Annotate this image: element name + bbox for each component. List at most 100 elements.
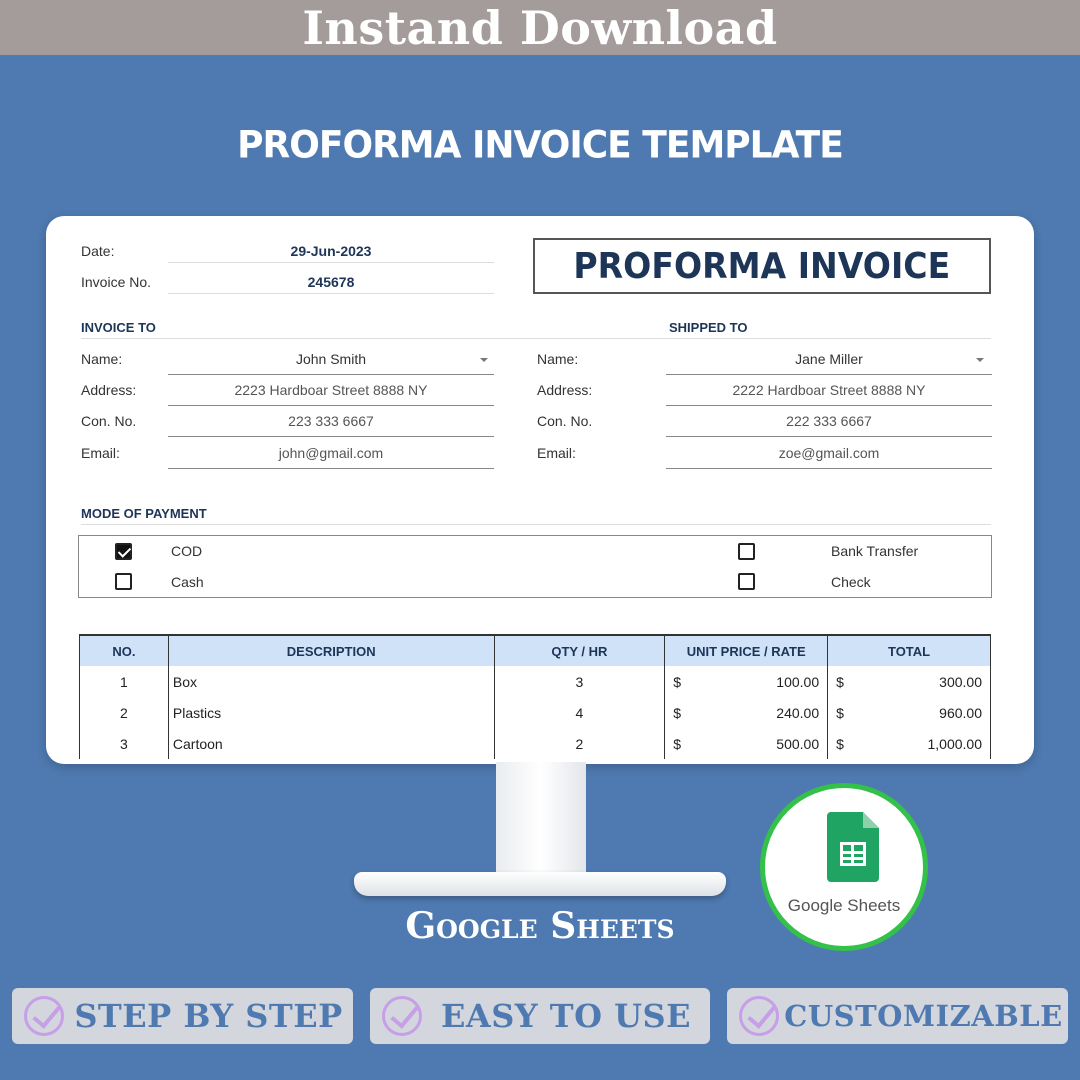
- invoice-no-value[interactable]: 245678: [168, 274, 494, 290]
- google-sheets-icon: [827, 812, 879, 882]
- row-total: 960.00: [939, 704, 982, 721]
- check-checkbox[interactable]: [738, 573, 755, 590]
- shipped-to-email[interactable]: zoe@gmail.com: [666, 445, 992, 461]
- invoice-no-underline: [168, 293, 494, 294]
- items-table: NO. DESCRIPTION QTY / HR UNIT PRICE / RA…: [79, 634, 991, 759]
- invoice-to-heading: INVOICE TO: [81, 320, 156, 335]
- check-label: Check: [831, 574, 871, 590]
- row-total: 1,000.00: [927, 735, 983, 752]
- check-circle-icon: [24, 996, 64, 1036]
- row-price-cell[interactable]: $500.00: [664, 728, 828, 759]
- row-total-cell[interactable]: $960.00: [827, 697, 991, 728]
- row-no[interactable]: 3: [79, 728, 169, 759]
- invoice-to-contact-label: Con. No.: [81, 413, 137, 429]
- row-description[interactable]: Box: [167, 666, 494, 697]
- invoice-to-name[interactable]: John Smith: [168, 351, 494, 367]
- feature-label: EASY TO USE: [440, 997, 692, 1035]
- currency-symbol: $: [836, 673, 844, 690]
- row-price: 500.00: [776, 735, 820, 752]
- row-total: 300.00: [939, 673, 982, 690]
- cod-checkbox[interactable]: [115, 543, 132, 560]
- header-total: TOTAL: [827, 634, 991, 666]
- currency-symbol: $: [836, 735, 844, 752]
- currency-symbol: $: [836, 704, 844, 721]
- header-description: DESCRIPTION: [167, 634, 494, 666]
- currency-symbol: $: [673, 704, 682, 721]
- address-underline: [666, 405, 992, 406]
- address-underline: [168, 405, 494, 406]
- cod-label: COD: [171, 543, 203, 559]
- section-divider: [81, 338, 991, 339]
- table-row: 1 Box 3 $100.00 $300.00: [79, 666, 991, 697]
- google-sheets-badge: Google Sheets: [760, 783, 928, 951]
- banner-text: Instand Download: [302, 0, 778, 55]
- header-qty: QTY / HR: [493, 634, 665, 666]
- monitor-base: [354, 872, 726, 896]
- template-subtitle: PROFORMA INVOICE TEMPLATE: [237, 123, 844, 168]
- table-header-row: NO. DESCRIPTION QTY / HR UNIT PRICE / RA…: [79, 634, 991, 666]
- invoice-to-name-label: Name:: [81, 351, 123, 367]
- table-row: 3 Cartoon 2 $500.00 $1,000.00: [79, 728, 991, 759]
- shipped-to-heading: SHIPPED TO: [669, 320, 748, 335]
- feature-customizable: CUSTOMIZABLE: [727, 988, 1068, 1044]
- shipped-to-address[interactable]: 2222 Hardboar Street 8888 NY: [666, 382, 992, 398]
- row-price: 240.00: [776, 704, 820, 721]
- feature-step-by-step: STEP BY STEP: [12, 988, 353, 1044]
- row-price-cell[interactable]: $240.00: [664, 697, 828, 728]
- email-underline: [168, 468, 494, 469]
- invoice-no-label: Invoice No.: [81, 274, 152, 290]
- row-description[interactable]: Cartoon: [167, 728, 494, 759]
- row-description[interactable]: Plastics: [167, 697, 494, 728]
- row-qty[interactable]: 4: [493, 697, 665, 728]
- table-row: 2 Plastics 4 $240.00 $960.00: [79, 697, 991, 728]
- invoice-sheet: Date: 29-Jun-2023 Invoice No. 245678 PRO…: [46, 216, 1034, 764]
- row-total-cell[interactable]: $300.00: [827, 666, 991, 697]
- email-underline: [666, 468, 992, 469]
- feature-label: STEP BY STEP: [74, 997, 343, 1035]
- row-price: 100.00: [776, 673, 820, 690]
- payment-divider: [81, 524, 991, 525]
- row-no[interactable]: 1: [79, 666, 169, 697]
- cash-label: Cash: [171, 574, 204, 590]
- contact-underline: [666, 436, 992, 437]
- date-label: Date:: [81, 243, 115, 259]
- check-circle-icon: [739, 996, 779, 1036]
- header-unit-price: UNIT PRICE / RATE: [664, 634, 828, 666]
- bank-transfer-checkbox[interactable]: [738, 543, 755, 560]
- date-value[interactable]: 29-Jun-2023: [168, 243, 494, 259]
- badge-text: Google Sheets: [787, 896, 901, 915]
- payment-heading: MODE OF PAYMENT: [81, 506, 207, 521]
- google-sheets-caption: Google Sheets: [405, 905, 675, 947]
- shipped-to-email-label: Email:: [537, 445, 576, 461]
- chevron-down-icon[interactable]: [480, 358, 488, 362]
- invoice-to-email[interactable]: john@gmail.com: [168, 445, 494, 461]
- row-total-cell[interactable]: $1,000.00: [827, 728, 991, 759]
- currency-symbol: $: [673, 735, 682, 752]
- row-no[interactable]: 2: [79, 697, 169, 728]
- payment-options-box: COD Cash Bank Transfer Check: [78, 535, 992, 598]
- date-underline: [168, 262, 494, 263]
- feature-easy-to-use: EASY TO USE: [370, 988, 710, 1044]
- name-underline: [666, 374, 992, 375]
- header-no: NO.: [79, 634, 169, 666]
- row-qty[interactable]: 3: [493, 666, 665, 697]
- invoice-to-address[interactable]: 2223 Hardboar Street 8888 NY: [168, 382, 494, 398]
- top-banner: Instand Download: [0, 0, 1080, 55]
- monitor-neck: [496, 762, 586, 874]
- shipped-to-contact[interactable]: 222 333 6667: [666, 413, 992, 429]
- row-price-cell[interactable]: $100.00: [664, 666, 828, 697]
- bank-transfer-label: Bank Transfer: [831, 543, 919, 559]
- invoice-title: PROFORMA INVOICE: [573, 245, 951, 287]
- invoice-to-contact[interactable]: 223 333 6667: [168, 413, 494, 429]
- invoice-to-email-label: Email:: [81, 445, 120, 461]
- grid-icon: [840, 842, 866, 866]
- chevron-down-icon[interactable]: [976, 358, 984, 362]
- invoice-to-address-label: Address:: [81, 382, 137, 398]
- shipped-to-name[interactable]: Jane Miller: [666, 351, 992, 367]
- monitor-screen: Date: 29-Jun-2023 Invoice No. 245678 PRO…: [46, 216, 1034, 764]
- cash-checkbox[interactable]: [115, 573, 132, 590]
- row-qty[interactable]: 2: [493, 728, 665, 759]
- shipped-to-contact-label: Con. No.: [537, 413, 593, 429]
- page-fold-icon: [863, 812, 879, 828]
- check-circle-icon: [382, 996, 422, 1036]
